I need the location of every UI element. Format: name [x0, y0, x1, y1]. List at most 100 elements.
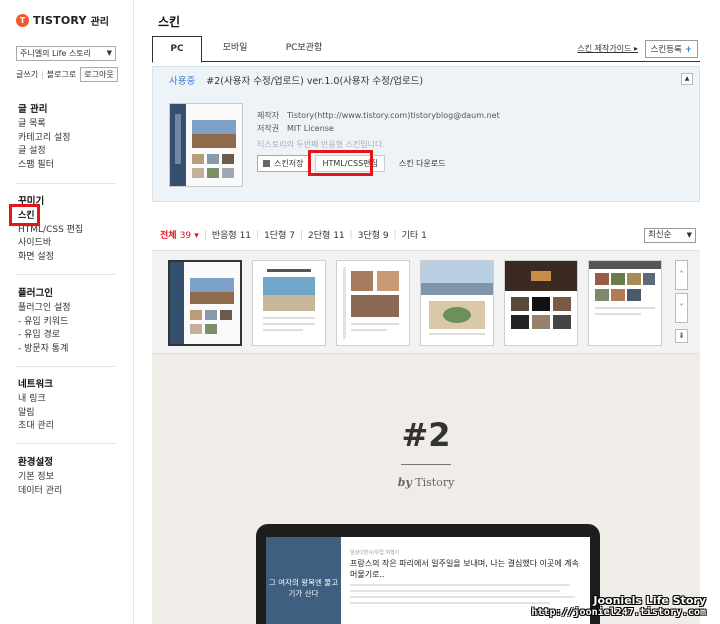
- filter-other[interactable]: 기타 1: [402, 228, 427, 241]
- menu-item[interactable]: 내 링크: [18, 393, 118, 407]
- skin-thumb[interactable]: [336, 260, 410, 346]
- tab-mobile[interactable]: 모바일: [202, 36, 268, 62]
- sort-select-value: 최신순: [648, 230, 672, 240]
- menu-title: 환경설정: [18, 457, 53, 468]
- divider: [16, 443, 116, 444]
- menu-item[interactable]: 기본 정보: [18, 471, 118, 485]
- filter-separator: |: [299, 229, 304, 240]
- filter-label: 반응형: [211, 231, 237, 241]
- menu-title: 플러그인: [18, 288, 53, 299]
- skin-guide-link[interactable]: 스킨 제작가이드 ▸: [577, 43, 638, 54]
- license-value: MIT License: [287, 124, 334, 133]
- chevron-down-icon: ▼: [106, 49, 112, 57]
- logout-button[interactable]: 로그아웃: [80, 67, 118, 82]
- skin-thumb[interactable]: [168, 260, 242, 346]
- save-skin-button[interactable]: 스킨저장: [257, 155, 310, 172]
- brand[interactable]: T TISTORY 관리: [16, 13, 109, 28]
- chevron-down-icon: ▼: [686, 231, 692, 239]
- filter-label: 2단형: [308, 231, 331, 241]
- menu-item[interactable]: 알림: [18, 407, 118, 421]
- filter-count: 39: [179, 231, 192, 241]
- menu-group-posts: 글 관리 글 목록 카테고리 설정 글 설정 스팸 필터: [18, 101, 118, 172]
- filter-count: 11: [239, 231, 252, 241]
- menu-item[interactable]: 플러그인 설정: [18, 302, 118, 316]
- quick-links: 글쓰기 | 블로그로 로그아웃: [16, 67, 118, 82]
- laptop-sidebar: 그 여자의 왕목엔 물고기가 산다: [266, 537, 341, 624]
- menu-title: 글 관리: [18, 104, 48, 115]
- filter-label: 기타: [401, 231, 419, 241]
- skin-register-button[interactable]: 스킨등록 +: [644, 40, 698, 58]
- filter-label: 1단형: [264, 231, 287, 241]
- menu-group-plugin: 플러그인 플러그인 설정 - 유입 키워드 - 유입 경로 - 방문자 통계: [18, 285, 118, 356]
- filter-separator: |: [203, 229, 207, 240]
- main-content: 스킨 PC 모바일 PC보관함 스킨 제작가이드 ▸ 스킨등록 + 사용중 #2(…: [152, 0, 700, 624]
- menu-item[interactable]: 카테고리 설정: [18, 132, 118, 146]
- skin-thumb[interactable]: [420, 260, 494, 346]
- html-edit-highlight-box: [308, 150, 373, 176]
- filter-all[interactable]: 전체 39 ▾: [160, 228, 199, 241]
- gallery-up-button[interactable]: ˄: [675, 260, 688, 290]
- write-link[interactable]: 글쓰기: [16, 69, 38, 80]
- filter-two-column[interactable]: 2단형 11: [308, 228, 345, 241]
- skin-thumb-image: [337, 261, 409, 345]
- license-label: 저작권: [257, 124, 280, 133]
- meta-row-maker: 제작자 Tistory(http://www.tistory.com)tisto…: [257, 109, 500, 122]
- filter-count: 1: [421, 231, 427, 241]
- divider: [16, 183, 116, 184]
- menu-item[interactable]: - 방문자 통계: [18, 343, 118, 357]
- menu-item[interactable]: 스팸 필터: [18, 159, 118, 173]
- menu-item[interactable]: 초대 관리: [18, 420, 118, 434]
- goto-blog-link[interactable]: 블로그로: [47, 69, 76, 80]
- skin-register-label: 스킨등록: [650, 45, 682, 55]
- skin-highlight-box: [9, 204, 40, 226]
- current-skin-thumbnail: [169, 103, 243, 187]
- menu-item[interactable]: 글 설정: [18, 145, 118, 159]
- blog-select[interactable]: 주니엘의 Life 스토리 ▼: [16, 46, 116, 61]
- menu-item[interactable]: 사이드바: [18, 237, 118, 251]
- preview-skin-number: #2: [401, 416, 451, 454]
- filter-count: 7: [289, 231, 295, 241]
- preview-byline: by Tistory: [152, 476, 700, 489]
- current-skin-title: #2(사용자 수정/업로드) ver.1.0(사용자 수정/업로드): [206, 76, 424, 87]
- gallery-down-button[interactable]: ˅: [675, 293, 688, 323]
- tistory-logo-icon: T: [16, 14, 29, 27]
- skin-guide-label: 스킨 제작가이드: [577, 44, 632, 53]
- skin-preview: #2 by Tistory 그 여자의 왕목엔 물고기가 산다 일상다반사/유럽…: [152, 354, 700, 624]
- skin-thumb-image: [505, 261, 577, 345]
- skin-thumbnail-image: [170, 104, 242, 186]
- skin-thumb[interactable]: [504, 260, 578, 346]
- filter-count: 9: [382, 231, 389, 241]
- menu-title: 네트워크: [18, 379, 53, 390]
- brand-sub: 관리: [90, 17, 110, 28]
- preview-divider: [401, 464, 451, 465]
- filter-responsive[interactable]: 반응형 11: [212, 228, 251, 241]
- menu-item[interactable]: 데이터 관리: [18, 485, 118, 499]
- skin-thumb[interactable]: [588, 260, 662, 346]
- filter-separator: |: [349, 229, 353, 240]
- menu-group-settings: 환경설정 기본 정보 데이터 관리: [18, 454, 118, 498]
- watermark-url: http://jooniel247.tistory.com: [531, 607, 706, 618]
- tab-pc-storage[interactable]: PC보관함: [268, 36, 340, 62]
- preview-by-prefix: by: [397, 476, 412, 489]
- menu-item[interactable]: 화면 설정: [18, 251, 118, 265]
- skin-thumb[interactable]: [252, 260, 326, 346]
- skin-thumb-image: [253, 261, 325, 345]
- menu-item[interactable]: - 유입 키워드: [18, 316, 118, 330]
- skin-download-link[interactable]: 스킨 다운로드: [399, 158, 446, 169]
- preview-by-name: Tistory: [415, 476, 455, 489]
- collapse-button[interactable]: ▲: [681, 73, 693, 85]
- menu-item[interactable]: - 유입 경로: [18, 329, 118, 343]
- tab-pc[interactable]: PC: [152, 36, 202, 63]
- skin-thumb-image: [589, 261, 661, 345]
- maker-value: Tistory(http://www.tistory.com)tistorybl…: [287, 111, 500, 120]
- sort-select[interactable]: 최신순 ▼: [644, 228, 696, 243]
- menu-item[interactable]: 글 목록: [18, 118, 118, 132]
- laptop-article-heading: 프랑스의 작은 파리에서 일주일을 보내며, 나는 결심했다 이곳에 계속 머물…: [350, 559, 579, 579]
- page-title: 스킨: [158, 15, 181, 29]
- brand-name: TISTORY: [33, 14, 87, 27]
- filter-three-column[interactable]: 3단형 9: [358, 228, 389, 241]
- current-skin-header: 사용중 #2(사용자 수정/업로드) ver.1.0(사용자 수정/업로드): [169, 73, 423, 87]
- gallery-end-button[interactable]: ⇟: [675, 329, 688, 343]
- filter-one-column[interactable]: 1단형 7: [264, 228, 295, 241]
- skin-note: 티스토리의 두번째 반응형 스킨입니다.: [257, 140, 385, 149]
